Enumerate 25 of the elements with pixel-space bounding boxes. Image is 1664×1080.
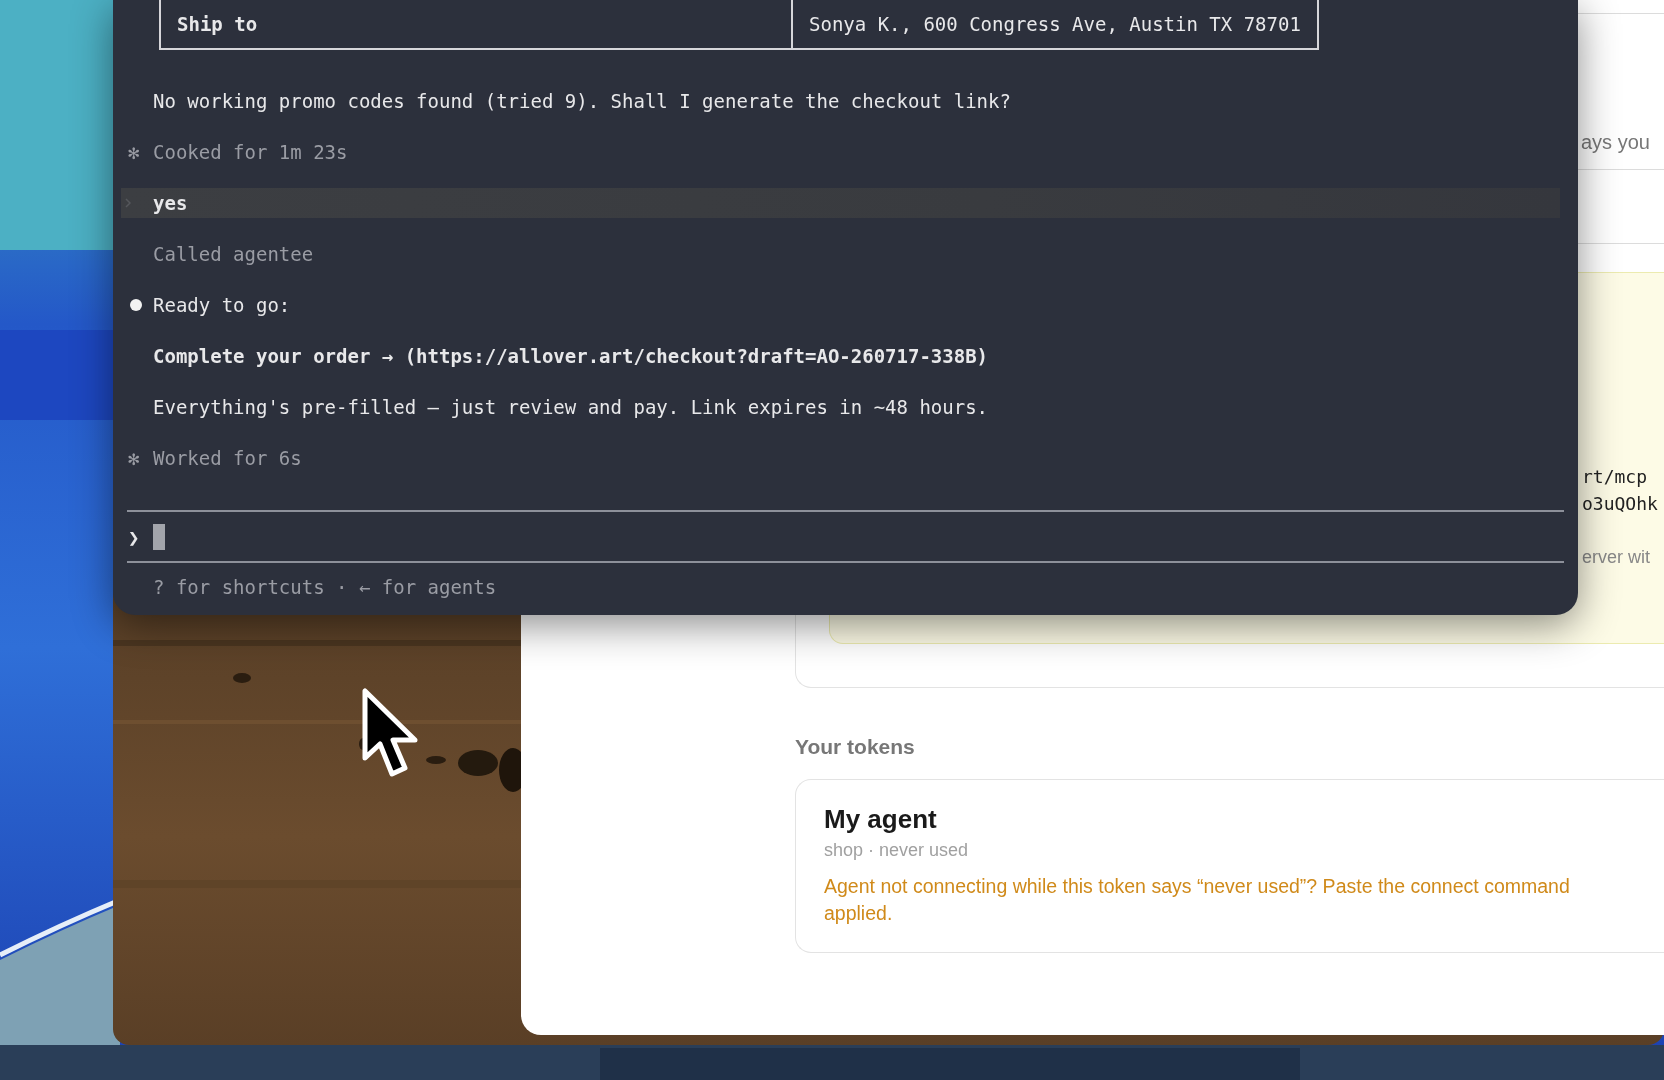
checkout-link-message: Complete your order → (https://allover.art/checkout?draft=AO-260717-338B) (153, 343, 989, 368)
assistant-message: No working promo codes found (tried 9). Shall I generate the checkout link? (153, 88, 1011, 113)
code-fragment: o3uQOhk (1582, 492, 1659, 516)
star-icon: ✻ (128, 445, 140, 470)
status-text: Worked for 6s (153, 445, 302, 470)
token-name: My agent (824, 803, 938, 835)
table-value: Sonya K., 600 Congress Ave, Austin TX 78701 (792, 0, 1318, 49)
table-label: Ship to (160, 0, 792, 49)
text-fragment: ays you (1581, 130, 1651, 154)
user-message: yes (153, 190, 188, 215)
cursor-icon (362, 688, 420, 780)
star-icon: ✻ (128, 139, 140, 164)
tool-call-text: Called agentee (153, 241, 314, 266)
warning-text: Agent not connecting while this token says “never used”? Paste the connect command applied. (824, 874, 1571, 926)
shortcuts-hint: ? for shortcuts · ← for agents (153, 574, 497, 599)
code-fragment: rt/mcp (1582, 465, 1649, 489)
assistant-message: Ready to go: (153, 292, 291, 317)
assistant-message: Everything's pre-filled — just review and pay. Link expires in ~48 hours. (153, 394, 989, 419)
prompt-symbol: ❯ (128, 525, 141, 548)
bullet-icon (130, 298, 142, 311)
token-meta: shop · never used (824, 839, 970, 861)
status-text: Cooked for 1m 23s (153, 139, 348, 164)
text-fragment: erver wit (1582, 546, 1651, 569)
chevron-icon (125, 197, 131, 208)
section-heading: Your tokens (795, 734, 916, 760)
